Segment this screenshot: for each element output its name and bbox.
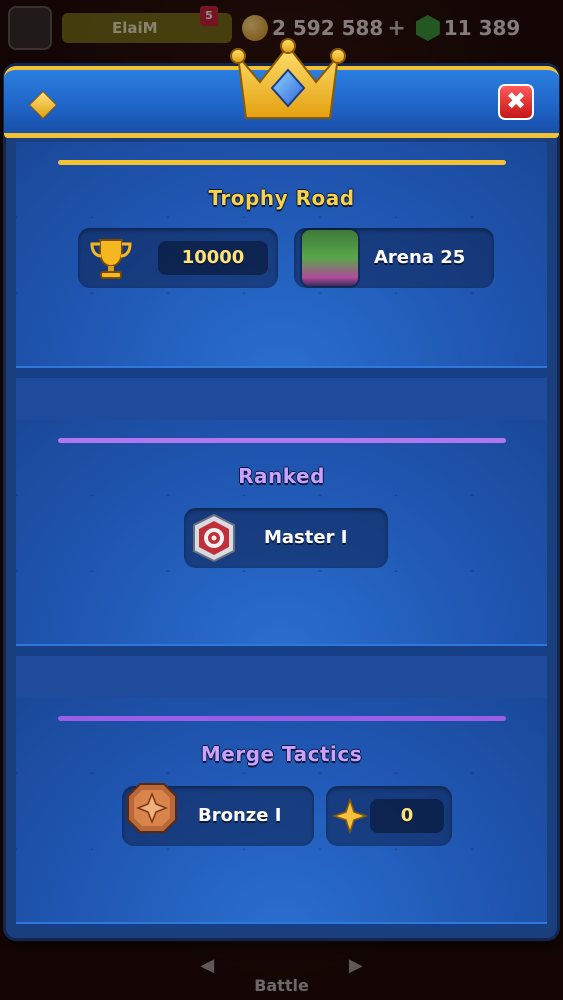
league-info-modal: ✖ Trophy Road 10000 Arena 25 Ranked Mast… [4,38,559,938]
gem-value: 11 389 [443,16,521,40]
bottom-navigation: ◀ Battle ▶ [0,930,563,1000]
trophy-count-pill[interactable]: 10000 [78,228,278,288]
ranked-league-name: Master I [264,527,348,548]
arena-name: Arena 25 [374,247,466,268]
gem-counter[interactable]: 11 389 [415,15,521,41]
merge-tactics-accent-line [58,716,506,721]
bronze-badge-icon [127,783,177,833]
nav-right-arrow-icon[interactable]: ▶ [349,955,363,976]
merge-stars-count: 0 [400,805,414,826]
nav-left-arrow-icon[interactable]: ◀ [200,955,214,976]
trophy-count: 10000 [181,247,245,268]
close-button[interactable]: ✖ [498,84,534,120]
arena-image [302,230,358,286]
modal-body: Trophy Road 10000 Arena 25 Ranked Master… [16,142,547,928]
trophy-icon [90,239,132,279]
ranked-section: Ranked Master I [16,420,547,656]
arena-pill[interactable]: Arena 25 [294,228,494,288]
merge-stars-pill[interactable]: 0 [326,786,452,846]
player-avatar[interactable] [8,6,52,50]
diamond-icon [30,92,56,118]
trophy-road-title: Trophy Road [208,186,355,210]
notification-badge: 5 [200,6,218,26]
star-icon [332,798,368,834]
merge-league-pill[interactable]: Bronze I [122,783,314,846]
add-gold-icon[interactable]: + [387,16,405,41]
ranked-league-pill[interactable]: Master I [184,508,388,568]
crown-icon [230,38,346,119]
gold-value: 2 592 588 [272,16,384,40]
gem-icon [415,15,440,41]
merge-tactics-section: Merge Tactics Bronze I 0 [16,698,547,928]
trophy-road-accent-line [58,160,506,165]
ranked-title: Ranked [238,464,325,488]
battle-tab-label[interactable]: Battle [254,976,309,995]
ranked-accent-line [58,438,506,443]
merge-tactics-title: Merge Tactics [200,742,363,766]
merge-league-name: Bronze I [198,805,282,826]
ranked-badge-icon [193,513,235,563]
trophy-road-section: Trophy Road 10000 Arena 25 [16,142,547,378]
